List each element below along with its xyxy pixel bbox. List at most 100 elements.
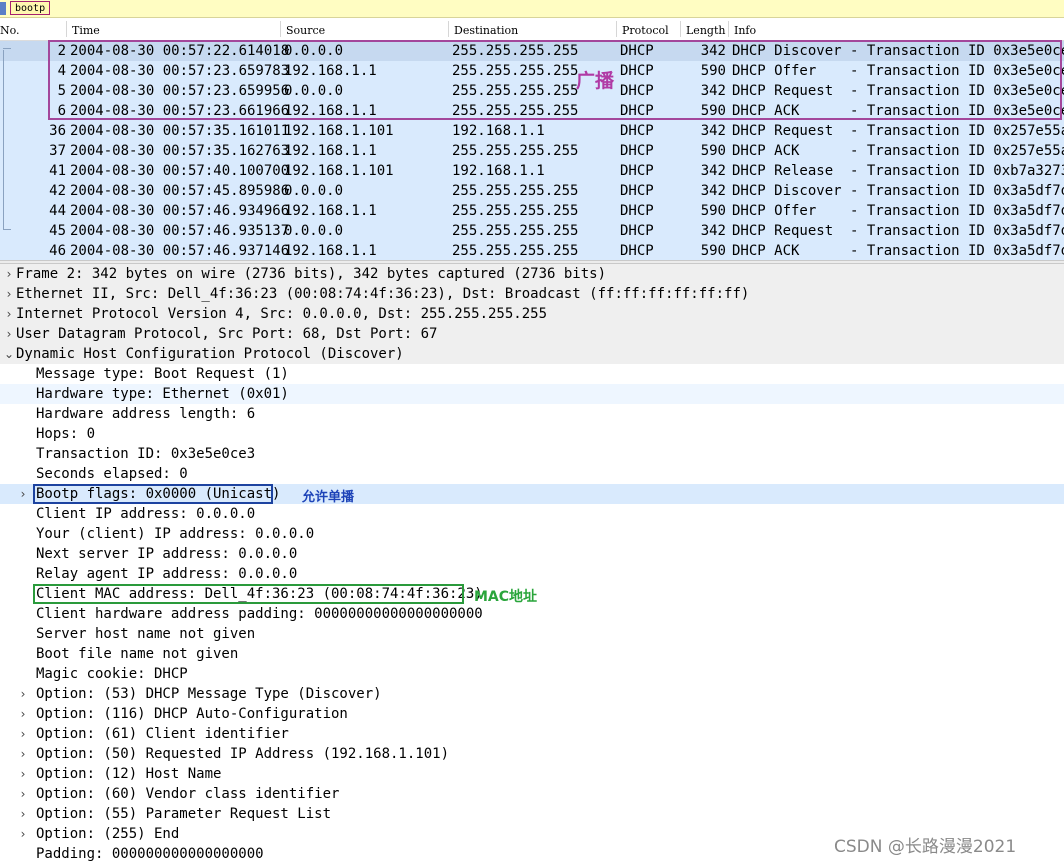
cell-no: 36 (49, 123, 66, 139)
packet-row[interactable]: 42 2004-08-30 00:57:45.895986 0.0.0.0 255.2… (0, 181, 1064, 201)
expand-arrow-icon[interactable]: › (16, 724, 30, 744)
cell-dst: 255.255.255.255 (452, 243, 579, 259)
cell-info: DHCP Request - Transaction ID 0x3a5df7d9 (732, 223, 1064, 239)
field-message-type[interactable]: Message type: Boot Request (1) (0, 364, 1064, 384)
expand-arrow-icon[interactable]: › (16, 484, 30, 504)
tree-udp[interactable]: › User Datagram Protocol, Src Port: 68, D… (0, 324, 1064, 344)
option-12[interactable]: › Option: (12) Host Name (0, 764, 1064, 784)
packet-row[interactable]: 46 2004-08-30 00:57:46.937146 192.168.1.1 2… (0, 241, 1064, 260)
field-magic-cookie[interactable]: Magic cookie: DHCP (0, 664, 1064, 684)
option-55[interactable]: › Option: (55) Parameter Request List (0, 804, 1064, 824)
cell-no: 41 (49, 163, 66, 179)
packet-row[interactable]: 37 2004-08-30 00:57:35.162763 192.168.1.1 2… (0, 141, 1064, 161)
cell-time: 2004-08-30 00:57:45.895986 (70, 183, 290, 199)
packet-details: › Frame 2: 342 bytes on wire (2736 bits),… (0, 264, 1064, 864)
expand-arrow-icon[interactable]: › (16, 784, 30, 804)
cell-src: 192.168.1.1 (284, 203, 377, 219)
cell-dst: 255.255.255.255 (452, 223, 579, 239)
cell-src: 192.168.1.1 (284, 243, 377, 259)
cell-info: DHCP Offer - Transaction ID 0x3a5df7d9 (732, 203, 1064, 219)
conversation-tree-line (3, 48, 12, 230)
field-next-server-ip[interactable]: Next server IP address: 0.0.0.0 (0, 544, 1064, 564)
cell-time: 2004-08-30 00:57:46.937146 (70, 243, 290, 259)
cell-proto: DHCP (620, 243, 654, 259)
col-header-length[interactable]: Length (686, 24, 725, 37)
col-header-time[interactable]: Time (72, 24, 100, 37)
expand-arrow-icon[interactable]: › (2, 264, 16, 284)
cell-no: 44 (49, 203, 66, 219)
cell-info: DHCP Discover - Transaction ID 0x3a5df7d… (732, 183, 1064, 199)
cell-len: 342 (700, 223, 726, 239)
expand-arrow-icon[interactable]: › (16, 824, 30, 844)
expand-arrow-icon[interactable]: › (16, 684, 30, 704)
broadcast-highlight-box (48, 40, 1062, 120)
packet-list-header: No. Time Source Destination Protocol Len… (0, 18, 1064, 41)
cell-no: 37 (49, 143, 66, 159)
cell-info: DHCP ACK - Transaction ID 0x257e55a3 (732, 143, 1064, 159)
mac-highlight-box (33, 584, 464, 604)
cell-no: 42 (49, 183, 66, 199)
option-116[interactable]: › Option: (116) DHCP Auto-Configuration (0, 704, 1064, 724)
col-header-protocol[interactable]: Protocol (622, 24, 669, 37)
field-client-hw-padding[interactable]: Client hardware address padding: 0000000… (0, 604, 1064, 624)
col-header-info[interactable]: Info (734, 24, 756, 37)
option-53[interactable]: › Option: (53) DHCP Message Type (Discove… (0, 684, 1064, 704)
field-your-ip[interactable]: Your (client) IP address: 0.0.0.0 (0, 524, 1064, 544)
cell-proto: DHCP (620, 223, 654, 239)
cell-src: 192.168.1.101 (284, 163, 394, 179)
cell-len: 342 (700, 183, 726, 199)
field-seconds-elapsed[interactable]: Seconds elapsed: 0 (0, 464, 1064, 484)
unicast-highlight-box (33, 484, 273, 504)
cell-src: 192.168.1.101 (284, 123, 394, 139)
col-header-source[interactable]: Source (286, 24, 325, 37)
expand-arrow-icon[interactable]: › (16, 704, 30, 724)
cell-len: 590 (700, 243, 726, 259)
cell-proto: DHCP (620, 203, 654, 219)
field-client-ip[interactable]: Client IP address: 0.0.0.0 (0, 504, 1064, 524)
packet-row[interactable]: 41 2004-08-30 00:57:40.100700 192.168.1.10… (0, 161, 1064, 181)
expand-arrow-icon[interactable]: › (2, 284, 16, 304)
expand-arrow-icon[interactable]: › (16, 804, 30, 824)
expand-arrow-icon[interactable]: › (16, 764, 30, 784)
expand-arrow-icon[interactable]: › (2, 304, 16, 324)
unicast-annotation: 允许单播 (302, 490, 355, 505)
tree-dhcp[interactable]: ⌄ Dynamic Host Configuration Protocol (Di… (0, 344, 1064, 364)
tree-frame[interactable]: › Frame 2: 342 bytes on wire (2736 bits),… (0, 264, 1064, 284)
display-filter-input[interactable]: bootp (10, 1, 51, 15)
field-hardware-type[interactable]: Hardware type: Ethernet (0x01) (0, 384, 1064, 404)
broadcast-annotation: 广播 (576, 70, 615, 92)
option-50[interactable]: › Option: (50) Requested IP Address (192.… (0, 744, 1064, 764)
expand-arrow-icon[interactable]: › (16, 744, 30, 764)
cell-dst: 192.168.1.1 (452, 123, 545, 139)
cell-no: 45 (49, 223, 66, 239)
cell-src: 192.168.1.1 (284, 143, 377, 159)
cell-time: 2004-08-30 00:57:46.935137 (70, 223, 290, 239)
packet-row[interactable]: 36 2004-08-30 00:57:35.161011 192.168.1.10… (0, 121, 1064, 141)
tree-ethernet[interactable]: › Ethernet II, Src: Dell_4f:36:23 (00:08:… (0, 284, 1064, 304)
col-header-destination[interactable]: Destination (454, 24, 518, 37)
collapse-arrow-icon[interactable]: ⌄ (2, 344, 16, 364)
packet-row[interactable]: 45 2004-08-30 00:57:46.935137 0.0.0.0 255.2… (0, 221, 1064, 241)
field-hops[interactable]: Hops: 0 (0, 424, 1064, 444)
cell-proto: DHCP (620, 163, 654, 179)
option-61[interactable]: › Option: (61) Client identifier (0, 724, 1064, 744)
display-filter-bar: bootp (0, 0, 1064, 18)
cell-proto: DHCP (620, 123, 654, 139)
field-transaction-id[interactable]: Transaction ID: 0x3e5e0ce3 (0, 444, 1064, 464)
cell-src: 0.0.0.0 (284, 183, 344, 199)
cell-len: 590 (700, 143, 726, 159)
field-boot-file-name[interactable]: Boot file name not given (0, 644, 1064, 664)
bookmark-icon[interactable] (0, 2, 6, 15)
cell-info: DHCP Release - Transaction ID 0xb7a32733 (732, 163, 1064, 179)
tree-ip[interactable]: › Internet Protocol Version 4, Src: 0.0.0… (0, 304, 1064, 324)
field-hardware-address-length[interactable]: Hardware address length: 6 (0, 404, 1064, 424)
field-relay-agent-ip[interactable]: Relay agent IP address: 0.0.0.0 (0, 564, 1064, 584)
col-header-no[interactable]: No. (0, 24, 20, 37)
field-server-host-name[interactable]: Server host name not given (0, 624, 1064, 644)
cell-info: DHCP ACK - Transaction ID 0x3a5df7d9 (732, 243, 1064, 259)
option-60[interactable]: › Option: (60) Vendor class identifier (0, 784, 1064, 804)
packet-row[interactable]: 44 2004-08-30 00:57:46.934966 192.168.1.1 2… (0, 201, 1064, 221)
expand-arrow-icon[interactable]: › (2, 324, 16, 344)
cell-time: 2004-08-30 00:57:35.161011 (70, 123, 290, 139)
cell-proto: DHCP (620, 183, 654, 199)
